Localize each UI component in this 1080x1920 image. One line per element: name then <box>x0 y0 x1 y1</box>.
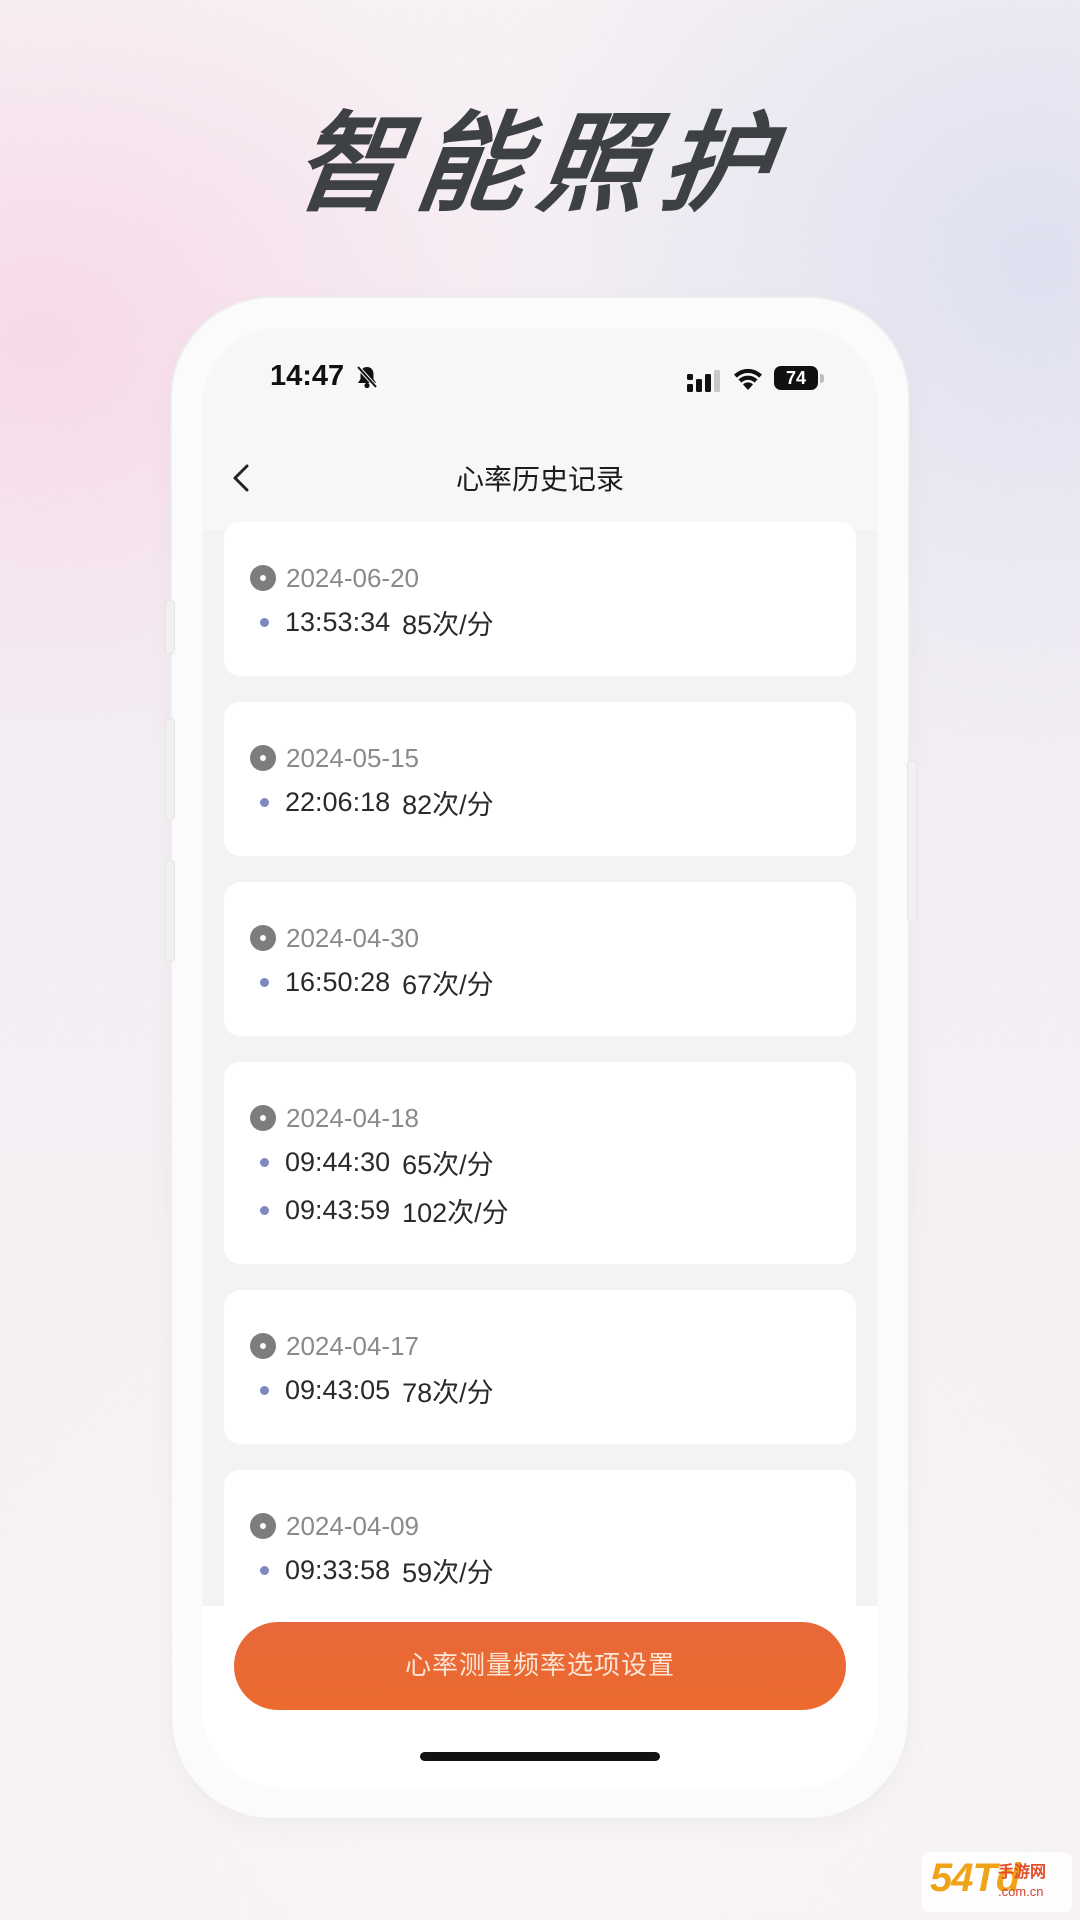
bottom-action-area: 心率测量频率选项设置 <box>202 1606 878 1788</box>
record-list[interactable]: 2024-06-20 13:53:34 85次/分 2024-05-15 22:… <box>224 522 856 1608</box>
record-entry: 09:44:30 65次/分 <box>250 1138 832 1186</box>
entry-time: 09:43:05 <box>285 1374 391 1405</box>
record-date-row: 2024-04-30 <box>250 918 832 958</box>
record-entry: 09:43:05 78次/分 <box>250 1366 832 1414</box>
nav-bar: 心率历史记录 <box>202 428 878 530</box>
record-card[interactable]: 2024-04-30 16:50:28 67次/分 <box>224 882 856 1036</box>
record-date-row: 2024-05-15 <box>250 738 832 778</box>
record-entry: 09:43:59 102次/分 <box>250 1186 832 1234</box>
signal-icon <box>687 370 720 392</box>
clock-icon <box>250 565 276 591</box>
phone-side-button <box>165 860 175 962</box>
record-date: 2024-04-30 <box>286 922 419 953</box>
watermark-url-text: .com.cn <box>998 1884 1044 1899</box>
phone-side-button <box>165 600 175 654</box>
entry-time: 09:44:30 <box>285 1146 391 1177</box>
phone-side-button <box>165 718 175 820</box>
record-card[interactable]: 2024-04-18 09:44:30 65次/分 09:43:59 102次/… <box>224 1062 856 1264</box>
clock-icon <box>250 925 276 951</box>
entry-time: 13:53:34 <box>285 606 391 637</box>
clock-icon <box>250 1105 276 1131</box>
bullet-dot-icon <box>260 1385 269 1395</box>
wifi-icon <box>734 368 762 390</box>
entry-rate: 102次/分 <box>402 1197 509 1228</box>
bullet-dot-icon <box>260 1565 269 1575</box>
record-date-row: 2024-04-18 <box>250 1098 832 1138</box>
battery-tip <box>820 374 824 383</box>
clock-icon <box>250 745 276 771</box>
frequency-settings-button[interactable]: 心率测量频率选项设置 <box>234 1622 846 1710</box>
record-entry: 13:53:34 85次/分 <box>250 598 832 646</box>
entry-rate: 65次/分 <box>402 1149 494 1180</box>
record-date-row: 2024-04-17 <box>250 1326 832 1366</box>
record-date: 2024-06-20 <box>286 562 419 593</box>
record-date: 2024-04-17 <box>286 1330 419 1361</box>
entry-time: 16:50:28 <box>285 966 391 997</box>
watermark-logo: 54Td 手游网 .com.cn <box>922 1852 1072 1912</box>
clock-icon <box>250 1513 276 1539</box>
clock-icon <box>250 1333 276 1359</box>
record-entry: 09:33:58 59次/分 <box>250 1546 832 1594</box>
record-entry: 22:06:18 82次/分 <box>250 778 832 826</box>
entry-rate: 85次/分 <box>402 609 494 640</box>
watermark-sub-text: 手游网 <box>998 1862 1047 1881</box>
bullet-dot-icon <box>260 1205 269 1215</box>
record-entry: 16:50:28 67次/分 <box>250 958 832 1006</box>
record-date-row: 2024-04-09 <box>250 1506 832 1546</box>
status-bar: 14:47 74 <box>202 328 878 428</box>
home-indicator[interactable] <box>420 1752 660 1761</box>
bullet-dot-icon <box>260 1157 269 1167</box>
record-card[interactable]: 2024-04-17 09:43:05 78次/分 <box>224 1290 856 1444</box>
entry-rate: 82次/分 <box>402 789 494 820</box>
record-card[interactable]: 2024-06-20 13:53:34 85次/分 <box>224 522 856 676</box>
battery-icon: 74 <box>774 366 824 392</box>
record-card[interactable]: 2024-04-09 09:33:58 59次/分 <box>224 1470 856 1608</box>
entry-rate: 67次/分 <box>402 969 494 1000</box>
headline: 智能照护 <box>287 102 793 227</box>
record-card[interactable]: 2024-05-15 22:06:18 82次/分 <box>224 702 856 856</box>
entry-time: 09:33:58 <box>285 1554 391 1585</box>
entry-time: 22:06:18 <box>285 786 391 817</box>
entry-time: 09:43:59 <box>285 1194 391 1225</box>
entry-rate: 78次/分 <box>402 1377 494 1408</box>
status-time: 14:47 <box>270 360 345 392</box>
bullet-dot-icon <box>260 617 269 627</box>
phone-side-button <box>907 760 917 922</box>
battery-level: 74 <box>774 366 818 390</box>
record-date: 2024-04-09 <box>286 1510 419 1541</box>
record-date: 2024-04-18 <box>286 1102 419 1133</box>
record-date: 2024-05-15 <box>286 742 419 773</box>
bullet-dot-icon <box>260 977 269 987</box>
phone-screen: 14:47 74 心率历史记录 2024-06-20 13:53:34 85次/… <box>202 328 878 1788</box>
entry-rate: 59次/分 <box>402 1557 494 1588</box>
page-title: 心率历史记录 <box>455 463 624 496</box>
bullet-dot-icon <box>260 797 269 807</box>
record-date-row: 2024-06-20 <box>250 558 832 598</box>
bell-slash-icon <box>356 365 378 389</box>
